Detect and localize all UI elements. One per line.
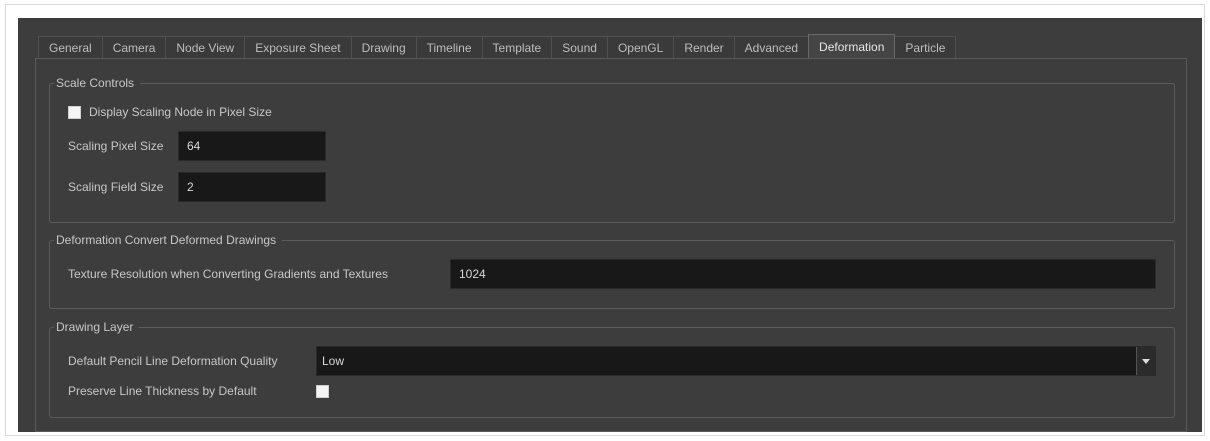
tab-sound[interactable]: Sound	[551, 36, 608, 58]
chevron-down-icon	[1142, 358, 1150, 364]
scale-controls-title: Scale Controls	[54, 75, 141, 91]
scale-controls-group: Scale Controls Display Scaling Node in P…	[49, 75, 1175, 223]
scaling-field-size-row: Scaling Field Size 2	[68, 172, 326, 202]
texture-resolution-label: Texture Resolution when Converting Gradi…	[68, 267, 388, 281]
tab-particle[interactable]: Particle	[894, 36, 957, 58]
preserve-thickness-checkbox[interactable]	[316, 384, 329, 398]
deformation-convert-group: Deformation Convert Deformed Drawings Te…	[49, 232, 1175, 309]
tab-general[interactable]: General	[38, 36, 103, 58]
tab-bar: General Camera Node View Exposure Sheet …	[38, 34, 957, 58]
pencil-quality-label: Default Pencil Line Deformation Quality	[68, 354, 278, 368]
dropdown-arrow-button[interactable]	[1136, 347, 1155, 375]
tab-exposure-sheet[interactable]: Exposure Sheet	[244, 36, 352, 58]
scaling-field-size-label: Scaling Field Size	[68, 180, 164, 194]
pencil-quality-select[interactable]: Low	[316, 346, 1156, 376]
scaling-pixel-size-label: Scaling Pixel Size	[68, 139, 164, 153]
texture-resolution-row: Texture Resolution when Converting Gradi…	[68, 259, 1156, 289]
tab-advanced[interactable]: Advanced	[733, 36, 810, 58]
tab-drawing[interactable]: Drawing	[350, 36, 417, 58]
drawing-layer-group: Drawing Layer Default Pencil Line Deform…	[49, 319, 1175, 418]
deformation-convert-title: Deformation Convert Deformed Drawings	[54, 232, 283, 248]
scaling-pixel-size-row: Scaling Pixel Size 64	[68, 131, 326, 161]
pencil-quality-value: Low	[322, 354, 345, 368]
preserve-thickness-label: Preserve Line Thickness by Default	[68, 384, 257, 398]
deformation-panel: Scale Controls Display Scaling Node in P…	[35, 58, 1187, 432]
scaling-field-size-field[interactable]: 2	[178, 172, 326, 202]
tab-opengl[interactable]: OpenGL	[606, 36, 675, 58]
preferences-window: General Camera Node View Exposure Sheet …	[18, 18, 1202, 432]
display-scaling-row: Display Scaling Node in Pixel Size	[68, 105, 272, 119]
texture-resolution-field[interactable]: 1024	[450, 259, 1156, 289]
pencil-quality-row: Default Pencil Line Deformation Quality …	[68, 346, 1156, 376]
tab-deformation[interactable]: Deformation	[808, 34, 896, 58]
display-scaling-checkbox[interactable]	[68, 105, 81, 119]
preserve-thickness-row: Preserve Line Thickness by Default	[68, 384, 329, 398]
display-scaling-label: Display Scaling Node in Pixel Size	[89, 105, 272, 119]
scaling-pixel-size-field[interactable]: 64	[178, 131, 326, 161]
tab-camera[interactable]: Camera	[101, 36, 167, 58]
drawing-layer-title: Drawing Layer	[54, 319, 140, 335]
tab-timeline[interactable]: Timeline	[415, 36, 483, 58]
tab-render[interactable]: Render	[673, 36, 735, 58]
tab-node-view[interactable]: Node View	[165, 36, 246, 58]
tab-template[interactable]: Template	[481, 36, 553, 58]
